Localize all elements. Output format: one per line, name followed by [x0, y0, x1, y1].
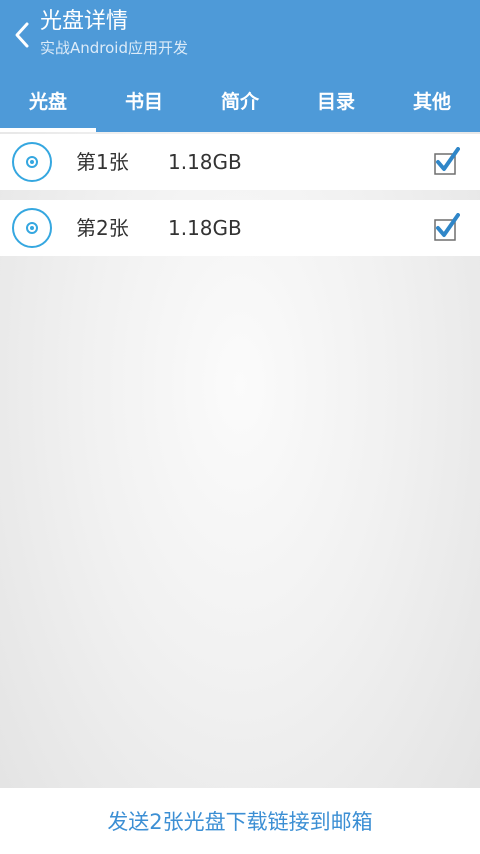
tab-other[interactable]: 其他 — [384, 68, 480, 132]
disc-label: 第2张 — [76, 216, 129, 240]
tab-bar: 光盘 书目 简介 目录 其他 — [0, 68, 480, 132]
list-item[interactable]: 第1张 1.18GB — [0, 134, 480, 190]
page-subtitle: 实战Android应用开发 — [40, 39, 188, 57]
disc-label: 第1张 — [76, 150, 129, 174]
disc-size: 1.18GB — [168, 216, 242, 240]
send-download-link-button[interactable]: 发送2张光盘下载链接到邮箱 — [107, 806, 372, 836]
tab-disc[interactable]: 光盘 — [0, 68, 96, 132]
tab-contents[interactable]: 目录 — [288, 68, 384, 132]
disc-icon — [12, 142, 52, 182]
disc-icon — [12, 208, 52, 248]
disc-size: 1.18GB — [168, 150, 242, 174]
list-item[interactable]: 第2张 1.18GB — [0, 200, 480, 256]
tab-book-list[interactable]: 书目 — [96, 68, 192, 132]
back-button[interactable] — [6, 14, 38, 56]
page-title: 光盘详情 — [40, 9, 129, 34]
checkbox-checked-icon[interactable] — [434, 147, 460, 177]
bottom-action-bar: 发送2张光盘下载链接到邮箱 — [0, 788, 480, 854]
disc-list: 第1张 1.18GB 第2张 1.18GB — [0, 134, 480, 266]
tab-intro[interactable]: 简介 — [192, 68, 288, 132]
header-bar: 光盘详情 实战Android应用开发 光盘 书目 简介 目录 其他 — [0, 0, 480, 132]
chevron-left-icon — [15, 22, 29, 48]
app-root: 光盘详情 实战Android应用开发 光盘 书目 简介 目录 其他 第1张 1.… — [0, 0, 480, 854]
checkbox-checked-icon[interactable] — [434, 213, 460, 243]
